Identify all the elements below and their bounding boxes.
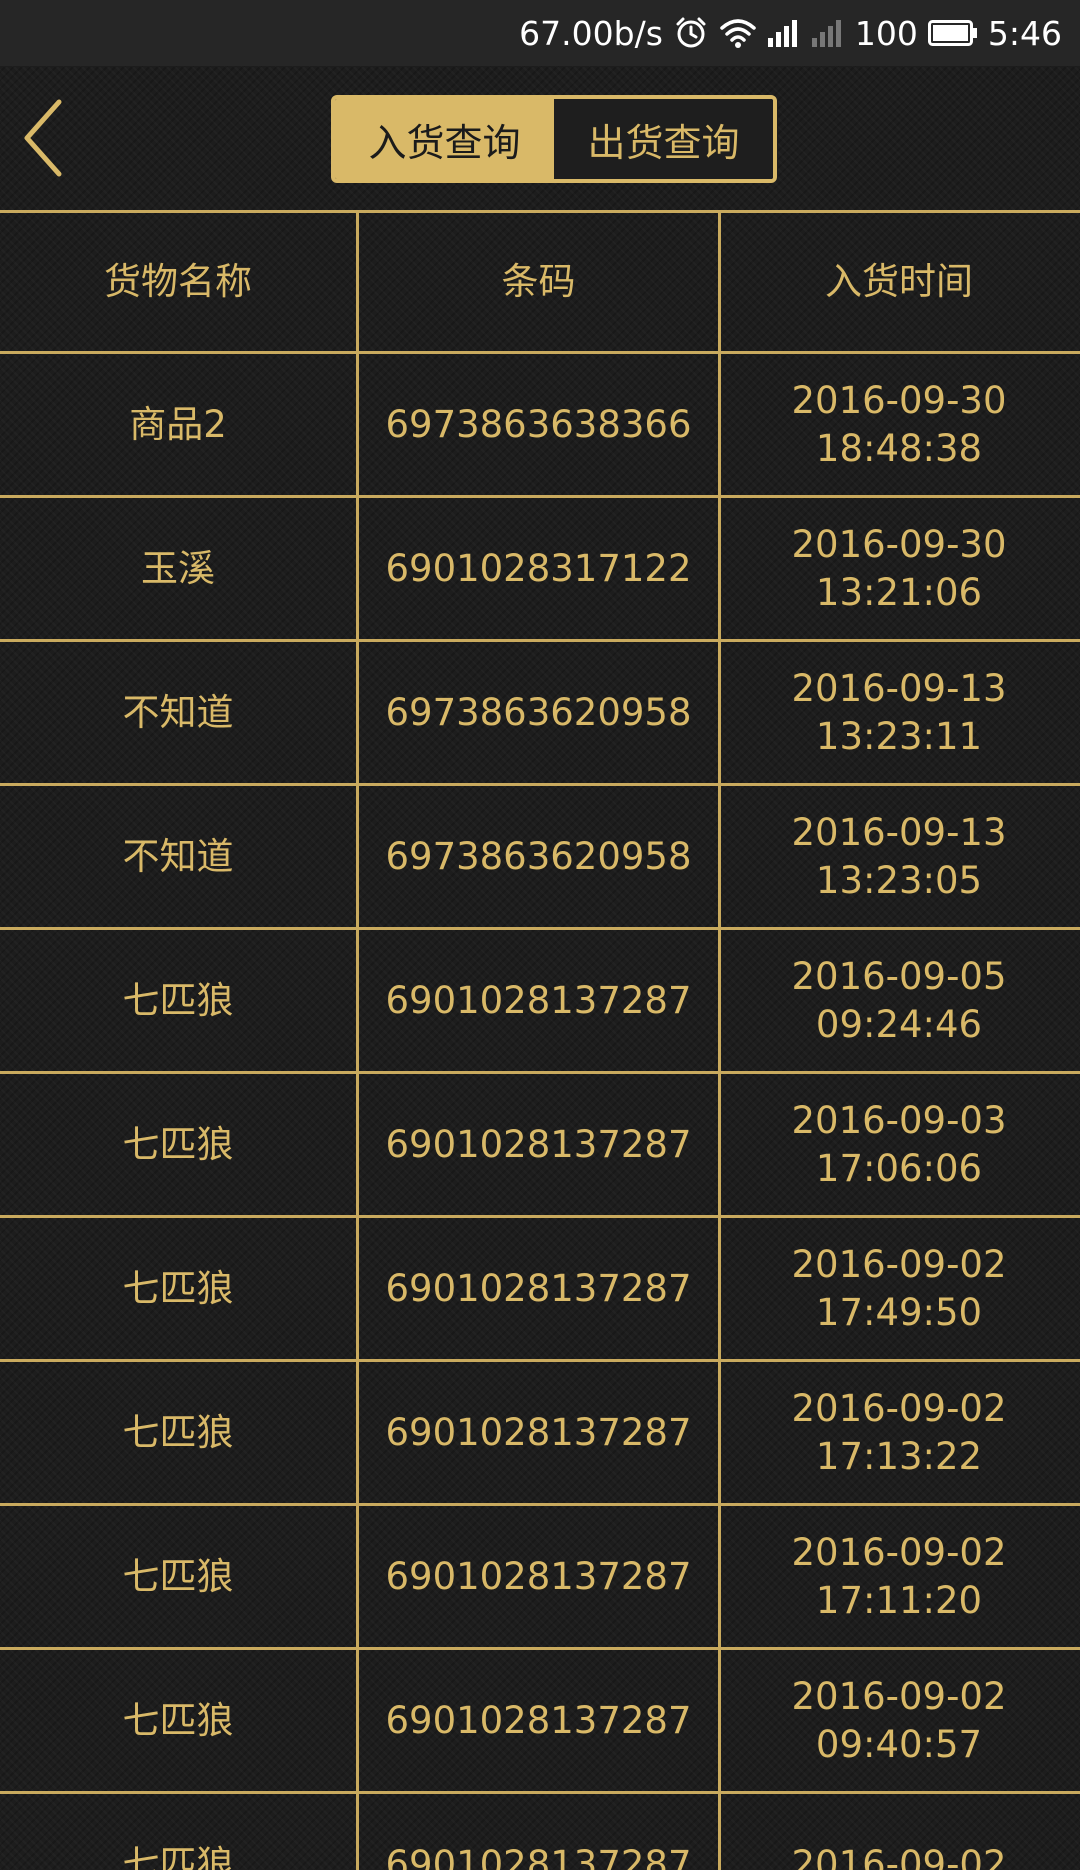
- goods-name: 不知道: [0, 786, 359, 927]
- goods-name: 七匹狼: [0, 1650, 359, 1791]
- table-header-row: 货物名称 条码 入货时间: [0, 213, 1080, 354]
- incoming-time-lines: 2016-09-13 13:23:11: [791, 665, 1006, 761]
- incoming-time-lines: 2016-09-05 09:24:46: [791, 953, 1006, 1049]
- incoming-time: 2016-09-05 09:24:46: [721, 930, 1077, 1071]
- status-bar: 67.00b/s 100 5:46: [0, 0, 1080, 66]
- goods-name: 七匹狼: [0, 1794, 359, 1870]
- goods-name: 七匹狼: [0, 1506, 359, 1647]
- goods-name: 商品2: [0, 354, 359, 495]
- tab-incoming-query[interactable]: 入货查询: [335, 99, 554, 179]
- chevron-left-icon: [24, 99, 62, 177]
- incoming-time-lines: 2016-09-02 09:40:57: [791, 1673, 1006, 1769]
- tab-outgoing-query[interactable]: 出货查询: [554, 99, 773, 179]
- barcode: 6901028137287: [359, 1650, 721, 1791]
- incoming-goods-table: 货物名称 条码 入货时间 商品2 6973863638366 2016-09-30 1…: [0, 210, 1080, 1870]
- incoming-time: 2016-09-02 17:11:20: [721, 1506, 1077, 1647]
- battery-level: 100: [854, 13, 918, 53]
- incoming-time: 2016-09-13 13:23:05: [721, 786, 1077, 927]
- incoming-time-lines: 2016-09-02: [791, 1841, 1006, 1870]
- incoming-time: 2016-09-30 18:48:38: [721, 354, 1077, 495]
- incoming-clock-time: 17:13:22: [815, 1434, 983, 1478]
- column-header-barcode: 条码: [359, 213, 721, 351]
- goods-name: 七匹狼: [0, 1362, 359, 1503]
- table-row[interactable]: 七匹狼 6901028137287 2016-09-02 17:13:22: [0, 1362, 1080, 1506]
- table-row[interactable]: 七匹狼 6901028137287 2016-09-05 09:24:46: [0, 930, 1080, 1074]
- table-row[interactable]: 商品2 6973863638366 2016-09-30 18:48:38: [0, 354, 1080, 498]
- table-row[interactable]: 七匹狼 6901028137287 2016-09-02 17:49:50: [0, 1218, 1080, 1362]
- signal-icon: [767, 18, 801, 48]
- table-row[interactable]: 七匹狼 6901028137287 2016-09-03 17:06:06: [0, 1074, 1080, 1218]
- incoming-time: 2016-09-02: [721, 1794, 1077, 1870]
- incoming-date: 2016-09-02: [791, 1242, 1007, 1286]
- screen: 67.00b/s 100 5:46 入货查询 出货查询 货物名称 条码 入货时间…: [0, 0, 1080, 1870]
- incoming-date: 2016-09-13: [791, 666, 1007, 710]
- incoming-time-lines: 2016-09-30 13:21:06: [791, 521, 1006, 617]
- incoming-clock-time: 17:06:06: [815, 1146, 983, 1190]
- barcode: 6901028137287: [359, 1506, 721, 1647]
- incoming-date: 2016-09-02: [791, 1674, 1007, 1718]
- table-body: 商品2 6973863638366 2016-09-30 18:48:38 玉溪 6901…: [0, 354, 1080, 1870]
- incoming-time-lines: 2016-09-02 17:11:20: [791, 1529, 1006, 1625]
- column-header-time: 入货时间: [825, 260, 973, 303]
- goods-name: 七匹狼: [0, 930, 359, 1071]
- signal-empty-icon: [811, 18, 845, 48]
- incoming-clock-time: 13:23:05: [815, 858, 983, 902]
- incoming-clock-time: 09:40:57: [815, 1722, 983, 1766]
- table-row[interactable]: 七匹狼 6901028137287 2016-09-02 17:11:20: [0, 1506, 1080, 1650]
- barcode: 6901028137287: [359, 930, 721, 1071]
- barcode: 6973863638366: [359, 354, 721, 495]
- table-row[interactable]: 不知道 6973863620958 2016-09-13 13:23:05: [0, 786, 1080, 930]
- table-row[interactable]: 不知道 6973863620958 2016-09-13 13:23:11: [0, 642, 1080, 786]
- barcode: 6973863620958: [359, 642, 721, 783]
- incoming-time: 2016-09-13 13:23:11: [721, 642, 1077, 783]
- incoming-clock-time: 17:11:20: [815, 1578, 983, 1622]
- incoming-clock-time: 13:21:06: [815, 570, 983, 614]
- incoming-time-lines: 2016-09-30 18:48:38: [791, 377, 1006, 473]
- barcode: 6973863620958: [359, 786, 721, 927]
- goods-name: 七匹狼: [0, 1074, 359, 1215]
- incoming-date: 2016-09-02: [791, 1842, 1007, 1870]
- network-speed: 67.00b/s: [519, 13, 663, 53]
- incoming-date: 2016-09-02: [791, 1386, 1007, 1430]
- barcode: 6901028137287: [359, 1362, 721, 1503]
- barcode: 6901028317122: [359, 498, 721, 639]
- header: 入货查询 出货查询: [0, 66, 1080, 210]
- incoming-time-lines: 2016-09-02 17:13:22: [791, 1385, 1006, 1481]
- incoming-time: 2016-09-02 09:40:57: [721, 1650, 1077, 1791]
- table-row[interactable]: 七匹狼 6901028137287 2016-09-02: [0, 1794, 1080, 1870]
- incoming-time: 2016-09-03 17:06:06: [721, 1074, 1077, 1215]
- incoming-clock-time: 17:49:50: [815, 1290, 983, 1334]
- incoming-time-lines: 2016-09-13 13:23:05: [791, 809, 1006, 905]
- incoming-date: 2016-09-30: [791, 522, 1007, 566]
- column-header-name: 货物名称: [0, 213, 359, 351]
- incoming-clock-time: 13:23:11: [815, 714, 983, 758]
- back-button[interactable]: [14, 96, 74, 180]
- incoming-date: 2016-09-03: [791, 1098, 1007, 1142]
- battery-icon: [927, 19, 978, 47]
- wifi-icon: [719, 17, 757, 49]
- table-row[interactable]: 七匹狼 6901028137287 2016-09-02 09:40:57: [0, 1650, 1080, 1794]
- query-type-switch: 入货查询 出货查询: [331, 95, 777, 183]
- barcode: 6901028137287: [359, 1074, 721, 1215]
- barcode: 6901028137287: [359, 1794, 721, 1870]
- barcode: 6901028137287: [359, 1218, 721, 1359]
- goods-name: 七匹狼: [0, 1218, 359, 1359]
- goods-name: 不知道: [0, 642, 359, 783]
- incoming-time: 2016-09-30 13:21:06: [721, 498, 1077, 639]
- incoming-date: 2016-09-13: [791, 810, 1007, 854]
- incoming-date: 2016-09-02: [791, 1530, 1007, 1574]
- incoming-time-lines: 2016-09-02 17:49:50: [791, 1241, 1006, 1337]
- incoming-date: 2016-09-05: [791, 954, 1007, 998]
- table-row[interactable]: 玉溪 6901028317122 2016-09-30 13:21:06: [0, 498, 1080, 642]
- incoming-clock-time: 18:48:38: [815, 426, 983, 470]
- clock: 5:46: [987, 13, 1062, 53]
- incoming-date: 2016-09-30: [791, 378, 1007, 422]
- incoming-time: 2016-09-02 17:49:50: [721, 1218, 1077, 1359]
- alarm-icon: [673, 15, 709, 51]
- incoming-time: 2016-09-02 17:13:22: [721, 1362, 1077, 1503]
- incoming-clock-time: 09:24:46: [815, 1002, 983, 1046]
- goods-name: 玉溪: [0, 498, 359, 639]
- incoming-time-lines: 2016-09-03 17:06:06: [791, 1097, 1006, 1193]
